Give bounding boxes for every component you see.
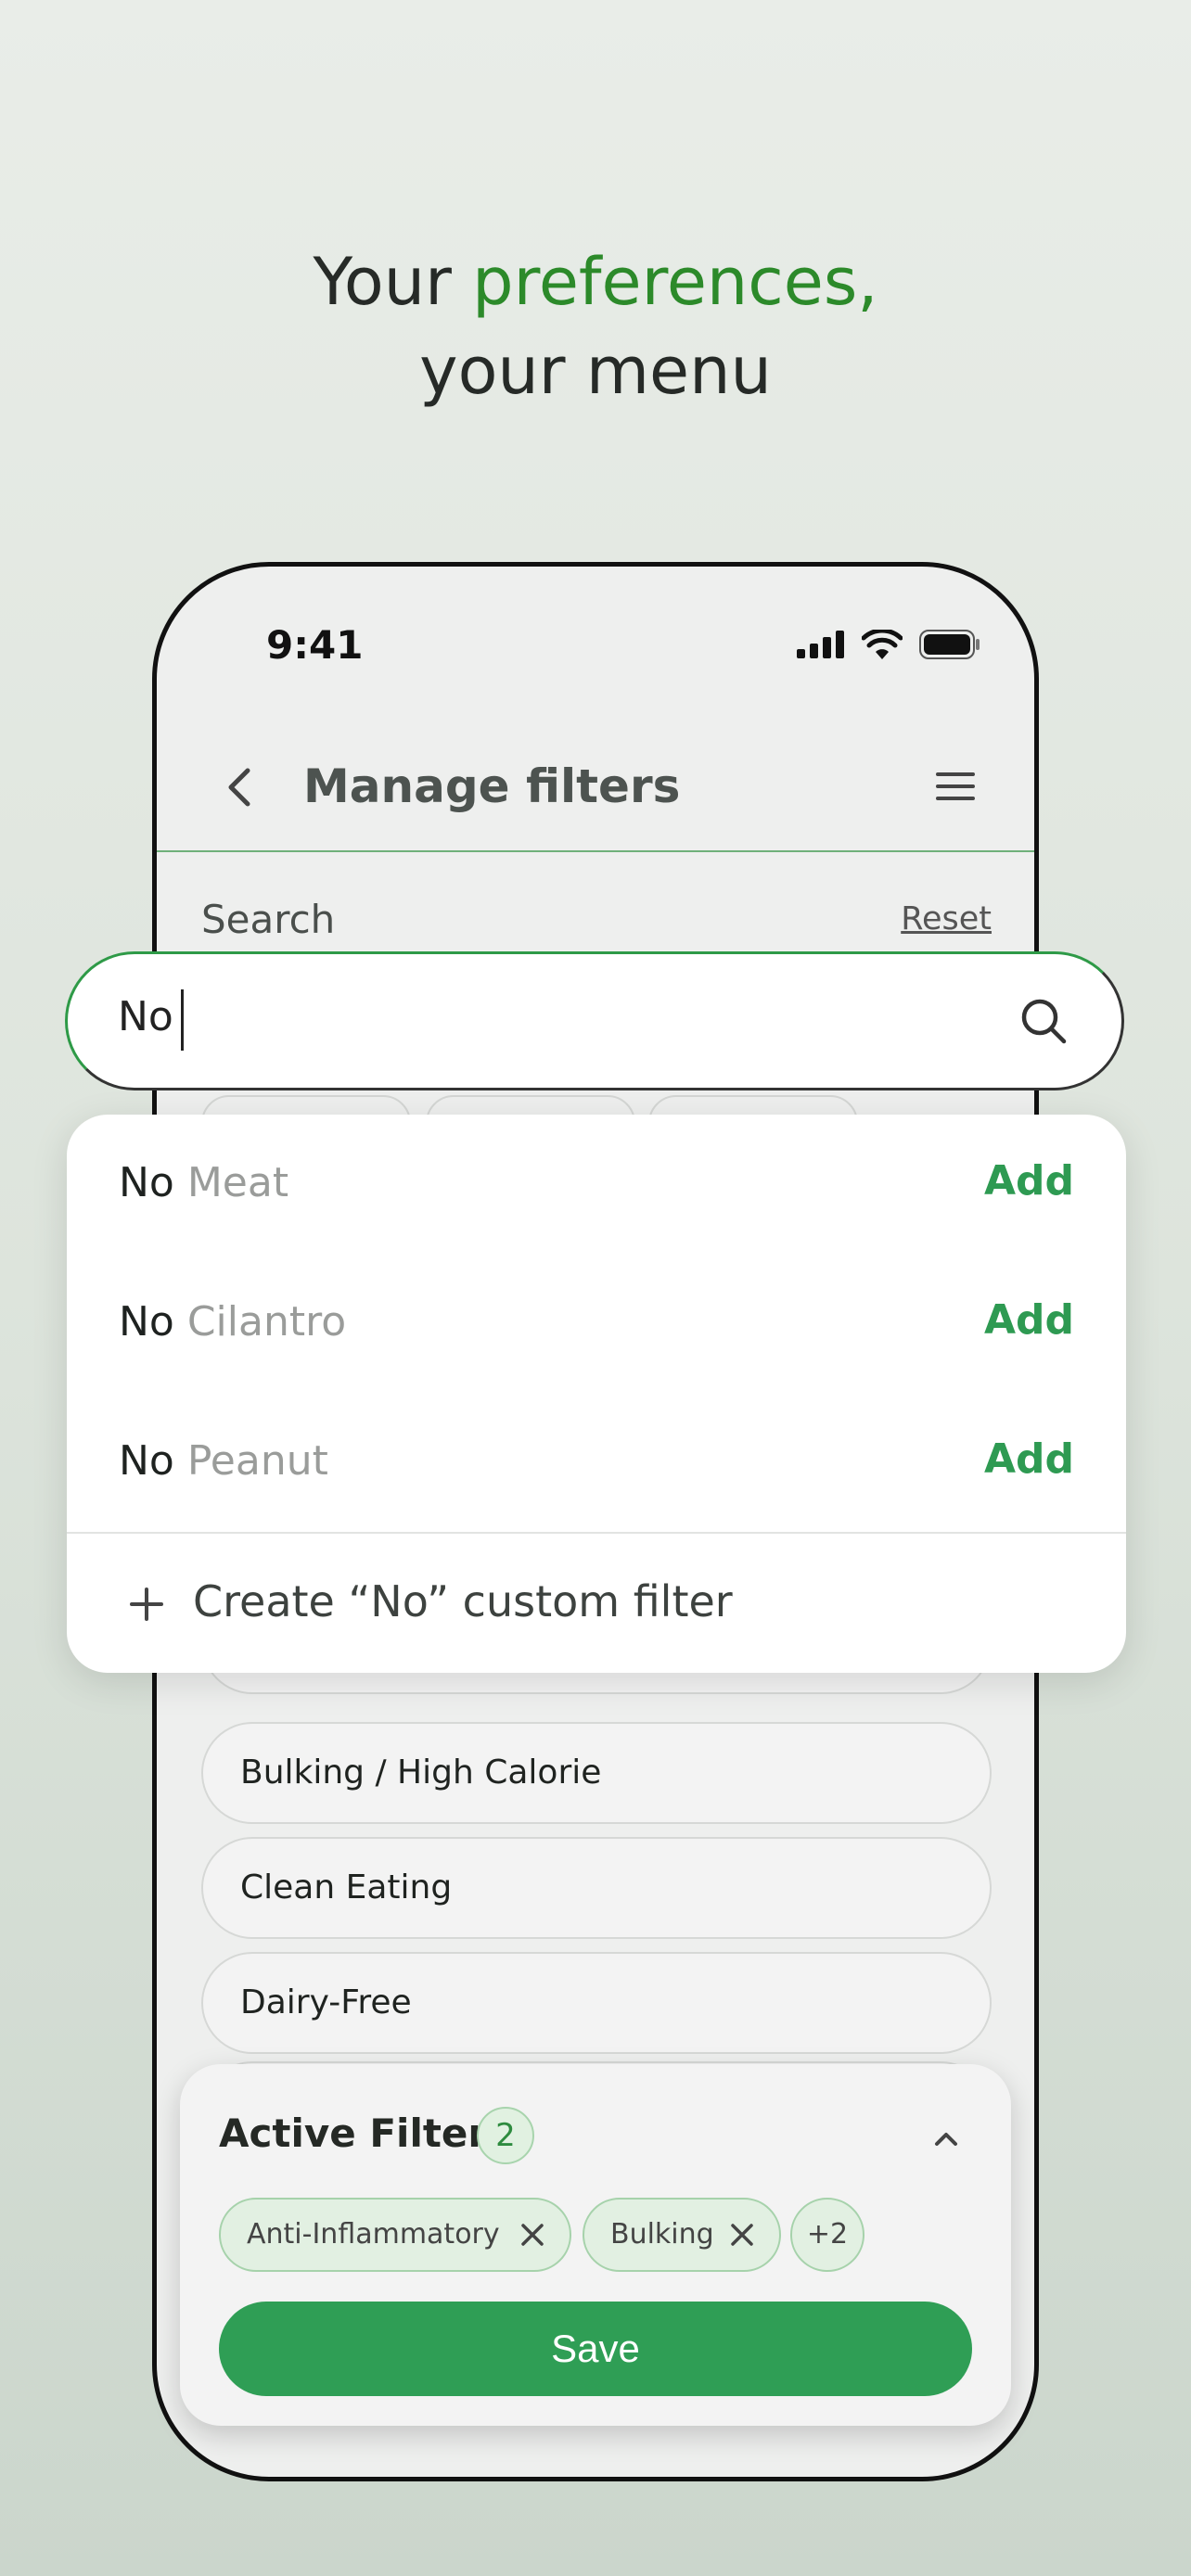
battery-icon [919, 630, 980, 659]
create-custom-filter-label: Create “No” custom filter [193, 1576, 733, 1626]
headline-plain: Your [313, 244, 473, 320]
status-bar: 9:41 [157, 622, 1034, 678]
plus-icon [130, 1588, 163, 1621]
reset-link[interactable]: Reset [901, 900, 992, 937]
suggestion-item[interactable]: No Meat Add [67, 1115, 1126, 1254]
marketing-headline: Your preferences, your menu [0, 237, 1191, 415]
filter-list-item[interactable]: Bulking / High Calorie [201, 1722, 992, 1824]
suggestion-prefix: No [119, 1159, 174, 1206]
filter-list-item[interactable]: Dairy-Free [201, 1952, 992, 2054]
headline-line-1: Your preferences, [0, 237, 1191, 326]
close-icon[interactable] [725, 2218, 759, 2251]
search-input[interactable]: No [65, 951, 1124, 1090]
add-button[interactable]: Add [984, 1296, 1074, 1344]
wifi-icon [862, 630, 903, 659]
signal-icon [797, 631, 844, 658]
chevron-up-icon[interactable] [928, 2120, 965, 2157]
status-icons [797, 630, 980, 659]
add-button[interactable]: Add [984, 1157, 1074, 1205]
filter-list-label: Bulking / High Calorie [240, 1753, 602, 1792]
active-filter-chip-label: Anti-Inflammatory [247, 2218, 500, 2251]
suggestion-dropdown: No Meat Add No Cilantro Add No Peanut Ad… [67, 1115, 1126, 1673]
search-input-value: No [118, 993, 173, 1040]
create-custom-filter-button[interactable]: Create “No” custom filter [67, 1534, 1126, 1673]
add-button[interactable]: Add [984, 1435, 1074, 1483]
search-icon[interactable] [1018, 995, 1069, 1047]
search-section-label: Search [201, 897, 336, 942]
suggestion-prefix: No [119, 1298, 174, 1345]
close-icon[interactable] [516, 2218, 549, 2251]
save-button[interactable]: Save [219, 2302, 972, 2396]
active-filters-panel: Active Filters 2 Anti-Inflammatory Bulki… [180, 2064, 1011, 2426]
suggestion-text: No Meat [119, 1159, 288, 1206]
more-filters-chip[interactable]: +2 [790, 2198, 864, 2272]
filter-list-item[interactable]: Clean Eating [201, 1837, 992, 1939]
app-bar: Manage filters [157, 722, 1034, 852]
status-time: 9:41 [266, 622, 364, 668]
hamburger-menu-icon[interactable] [932, 763, 979, 810]
active-filters-count-badge: 2 [477, 2107, 534, 2164]
active-filter-chip[interactable]: Anti-Inflammatory [219, 2198, 571, 2272]
headline-line-2: your menu [419, 333, 772, 409]
suggestion-text: No Cilantro [119, 1298, 346, 1345]
suggestion-rest: Peanut [173, 1437, 328, 1485]
suggestion-item[interactable]: No Peanut Add [67, 1393, 1126, 1532]
page-title: Manage filters [303, 759, 681, 813]
active-filters-heading: Active Filters [219, 2111, 511, 2156]
active-filter-chip-label: Bulking [610, 2218, 714, 2251]
filter-list-label: Clean Eating [240, 1868, 453, 1906]
headline-accent: preferences, [472, 244, 878, 320]
back-arrow-icon[interactable] [214, 761, 266, 813]
text-caret [181, 989, 184, 1051]
suggestion-rest: Cilantro [173, 1298, 347, 1345]
active-filter-chip[interactable]: Bulking [583, 2198, 781, 2272]
filter-list-label: Dairy-Free [240, 1983, 412, 2021]
suggestion-prefix: No [119, 1437, 174, 1485]
suggestion-item[interactable]: No Cilantro Add [67, 1254, 1126, 1393]
suggestion-rest: Meat [173, 1159, 289, 1206]
suggestion-text: No Peanut [119, 1437, 328, 1485]
